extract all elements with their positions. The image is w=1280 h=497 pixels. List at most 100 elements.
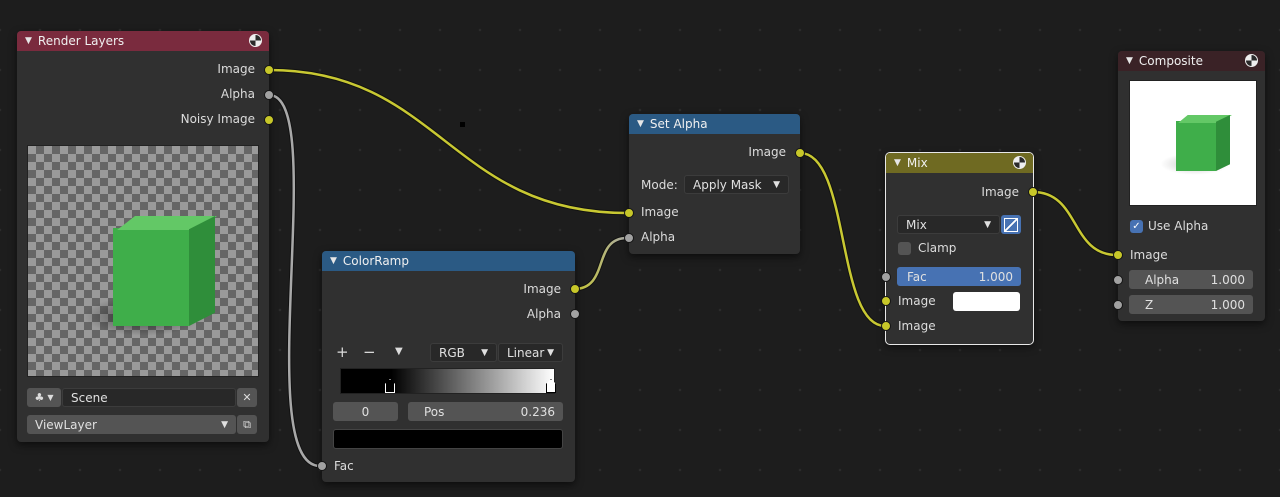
fac-label: Fac [907, 269, 927, 284]
chevron-down-icon: ▼ [547, 347, 554, 358]
composite-header[interactable]: ▼ Composite [1118, 51, 1265, 71]
scene-value: Scene [71, 390, 108, 405]
input-label-alpha: Alpha [641, 230, 676, 244]
z-value: 1.000 [1210, 297, 1245, 312]
output-socket-noisy-image[interactable] [264, 115, 274, 125]
preview-sphere-icon[interactable] [1013, 156, 1026, 169]
copy-icon: ⧉ [243, 417, 251, 431]
stop-position-field[interactable]: Pos 0.236 [408, 402, 563, 421]
mode-label: Mode: [641, 178, 678, 192]
preview-sphere-icon[interactable] [1245, 54, 1258, 67]
blend-mode-dropdown[interactable]: Mix ▼ [897, 215, 1000, 234]
output-label-noisy-image: Noisy Image [180, 112, 255, 126]
output-label-alpha: Alpha [526, 307, 561, 321]
stop-color-swatch[interactable] [333, 429, 563, 449]
view-layer-browse-button[interactable]: ⧉ [237, 415, 257, 434]
color-mode-value: RGB [439, 345, 465, 360]
mouse-cursor [460, 122, 465, 127]
chevron-down-icon: ▼ [47, 393, 54, 402]
pos-label: Pos [424, 404, 445, 419]
chevron-down-icon: ▼ [221, 419, 228, 430]
active-stop-index-field[interactable]: 0 [333, 402, 398, 421]
scene-icon: ♣ [34, 391, 45, 404]
interpolation-dropdown[interactable]: Linear ▼ [498, 343, 563, 362]
node-title: Render Layers [37, 34, 125, 48]
render-layers-node[interactable]: ▼ Render Layers Image Alpha Noisy Image … [17, 31, 274, 442]
z-field[interactable]: Z 1.000 [1129, 295, 1253, 314]
input-socket-alpha[interactable] [624, 233, 634, 243]
output-label-image: Image [217, 62, 255, 76]
mode-dropdown[interactable]: Apply Mask ▼ [684, 175, 789, 194]
chevron-down-icon[interactable]: ▼ [330, 256, 337, 266]
output-socket-image[interactable] [570, 284, 580, 294]
input-label-image: Image [1130, 248, 1168, 262]
preview-sphere-icon[interactable] [249, 34, 262, 47]
input-socket-fac[interactable] [317, 461, 327, 471]
z-label: Z [1145, 297, 1154, 312]
mix-header[interactable]: ▼ Mix [886, 153, 1033, 173]
chevron-down-icon[interactable]: ▼ [894, 158, 901, 168]
unlink-scene-button[interactable]: ✕ [237, 388, 257, 407]
input-socket-image-2[interactable] [881, 321, 891, 331]
stop-index-value: 0 [361, 404, 370, 419]
interpolation-value: Linear [507, 345, 545, 360]
alpha-field[interactable]: Alpha 1.000 [1129, 270, 1253, 289]
node-title: Composite [1138, 54, 1203, 68]
input-label-image-1: Image [898, 294, 936, 308]
chevron-down-icon[interactable]: ▼ [637, 119, 644, 129]
output-label-image: Image [523, 282, 561, 296]
render-preview-image [27, 145, 259, 377]
node-title: Mix [906, 156, 928, 170]
input-socket-image[interactable] [624, 208, 634, 218]
output-label-alpha: Alpha [220, 87, 255, 101]
input-socket-fac[interactable] [881, 272, 891, 282]
input-socket-alpha[interactable] [1113, 275, 1123, 285]
mode-value: Apply Mask [693, 177, 762, 192]
fac-slider[interactable]: Fac 1.000 [897, 267, 1021, 286]
node-title: ColorRamp [342, 254, 409, 268]
composite-preview-image [1129, 80, 1257, 206]
pos-value: 0.236 [520, 404, 555, 419]
fac-value: 1.000 [978, 269, 1013, 284]
set-alpha-header[interactable]: ▼ Set Alpha [629, 114, 800, 134]
output-socket-image[interactable] [795, 148, 805, 158]
composite-node[interactable]: ▼ Composite ✓ Use Alpha Image Alpha 1.00… [1113, 51, 1265, 321]
color-ramp-header[interactable]: ▼ ColorRamp [322, 251, 575, 271]
alpha-label: Alpha [1145, 272, 1180, 287]
output-socket-alpha[interactable] [264, 90, 274, 100]
link-renderlayers-alpha-to-colorramp-fac [268, 92, 321, 469]
render-layers-header[interactable]: ▼ Render Layers [17, 31, 269, 51]
alpha-value: 1.000 [1210, 272, 1245, 287]
color-ramp-gradient[interactable] [340, 368, 555, 394]
input-socket-image-1[interactable] [881, 296, 891, 306]
node-title: Set Alpha [649, 117, 708, 131]
color-ramp-node[interactable]: ▼ ColorRamp Image Alpha + − ▼ RGB ▼ Line… [317, 251, 580, 482]
chevron-down-icon[interactable]: ▼ [25, 36, 32, 46]
set-alpha-node[interactable]: ▼ Set Alpha Image Mode: Apply Mask ▼ Ima… [624, 114, 805, 254]
mix-node[interactable]: ▼ Mix Image Mix ▼ Clamp Fac 1.000 Image … [881, 152, 1038, 345]
color-mode-dropdown[interactable]: RGB ▼ [430, 343, 497, 362]
remove-stop-button[interactable]: − [363, 343, 376, 361]
use-alpha-label: Use Alpha [1148, 219, 1209, 233]
output-socket-alpha[interactable] [570, 309, 580, 319]
input-socket-z[interactable] [1113, 300, 1123, 310]
chevron-down-icon: ▼ [773, 179, 780, 190]
use-alpha-checkbox[interactable]: ✓ [1130, 220, 1143, 233]
chevron-down-icon[interactable]: ▼ [1126, 56, 1133, 66]
close-icon: ✕ [242, 391, 252, 404]
output-socket-image[interactable] [1028, 187, 1038, 197]
add-stop-button[interactable]: + [336, 343, 349, 361]
scene-selector-button[interactable]: ♣ ▼ [27, 388, 61, 407]
input-label-image: Image [641, 205, 679, 219]
alpha-icon [1004, 217, 1018, 232]
image-color-swatch[interactable] [953, 292, 1020, 311]
input-socket-image[interactable] [1113, 250, 1123, 260]
clamp-checkbox[interactable] [898, 242, 911, 255]
chevron-down-icon[interactable]: ▼ [395, 346, 403, 357]
scene-field[interactable]: Scene [62, 388, 236, 407]
chevron-down-icon: ▼ [481, 347, 488, 358]
use-alpha-toggle[interactable] [1001, 215, 1021, 234]
link-renderlayers-image-to-setalpha-image [268, 67, 628, 216]
output-socket-image[interactable] [264, 65, 274, 75]
view-layer-dropdown[interactable]: ViewLayer ▼ [27, 415, 236, 434]
